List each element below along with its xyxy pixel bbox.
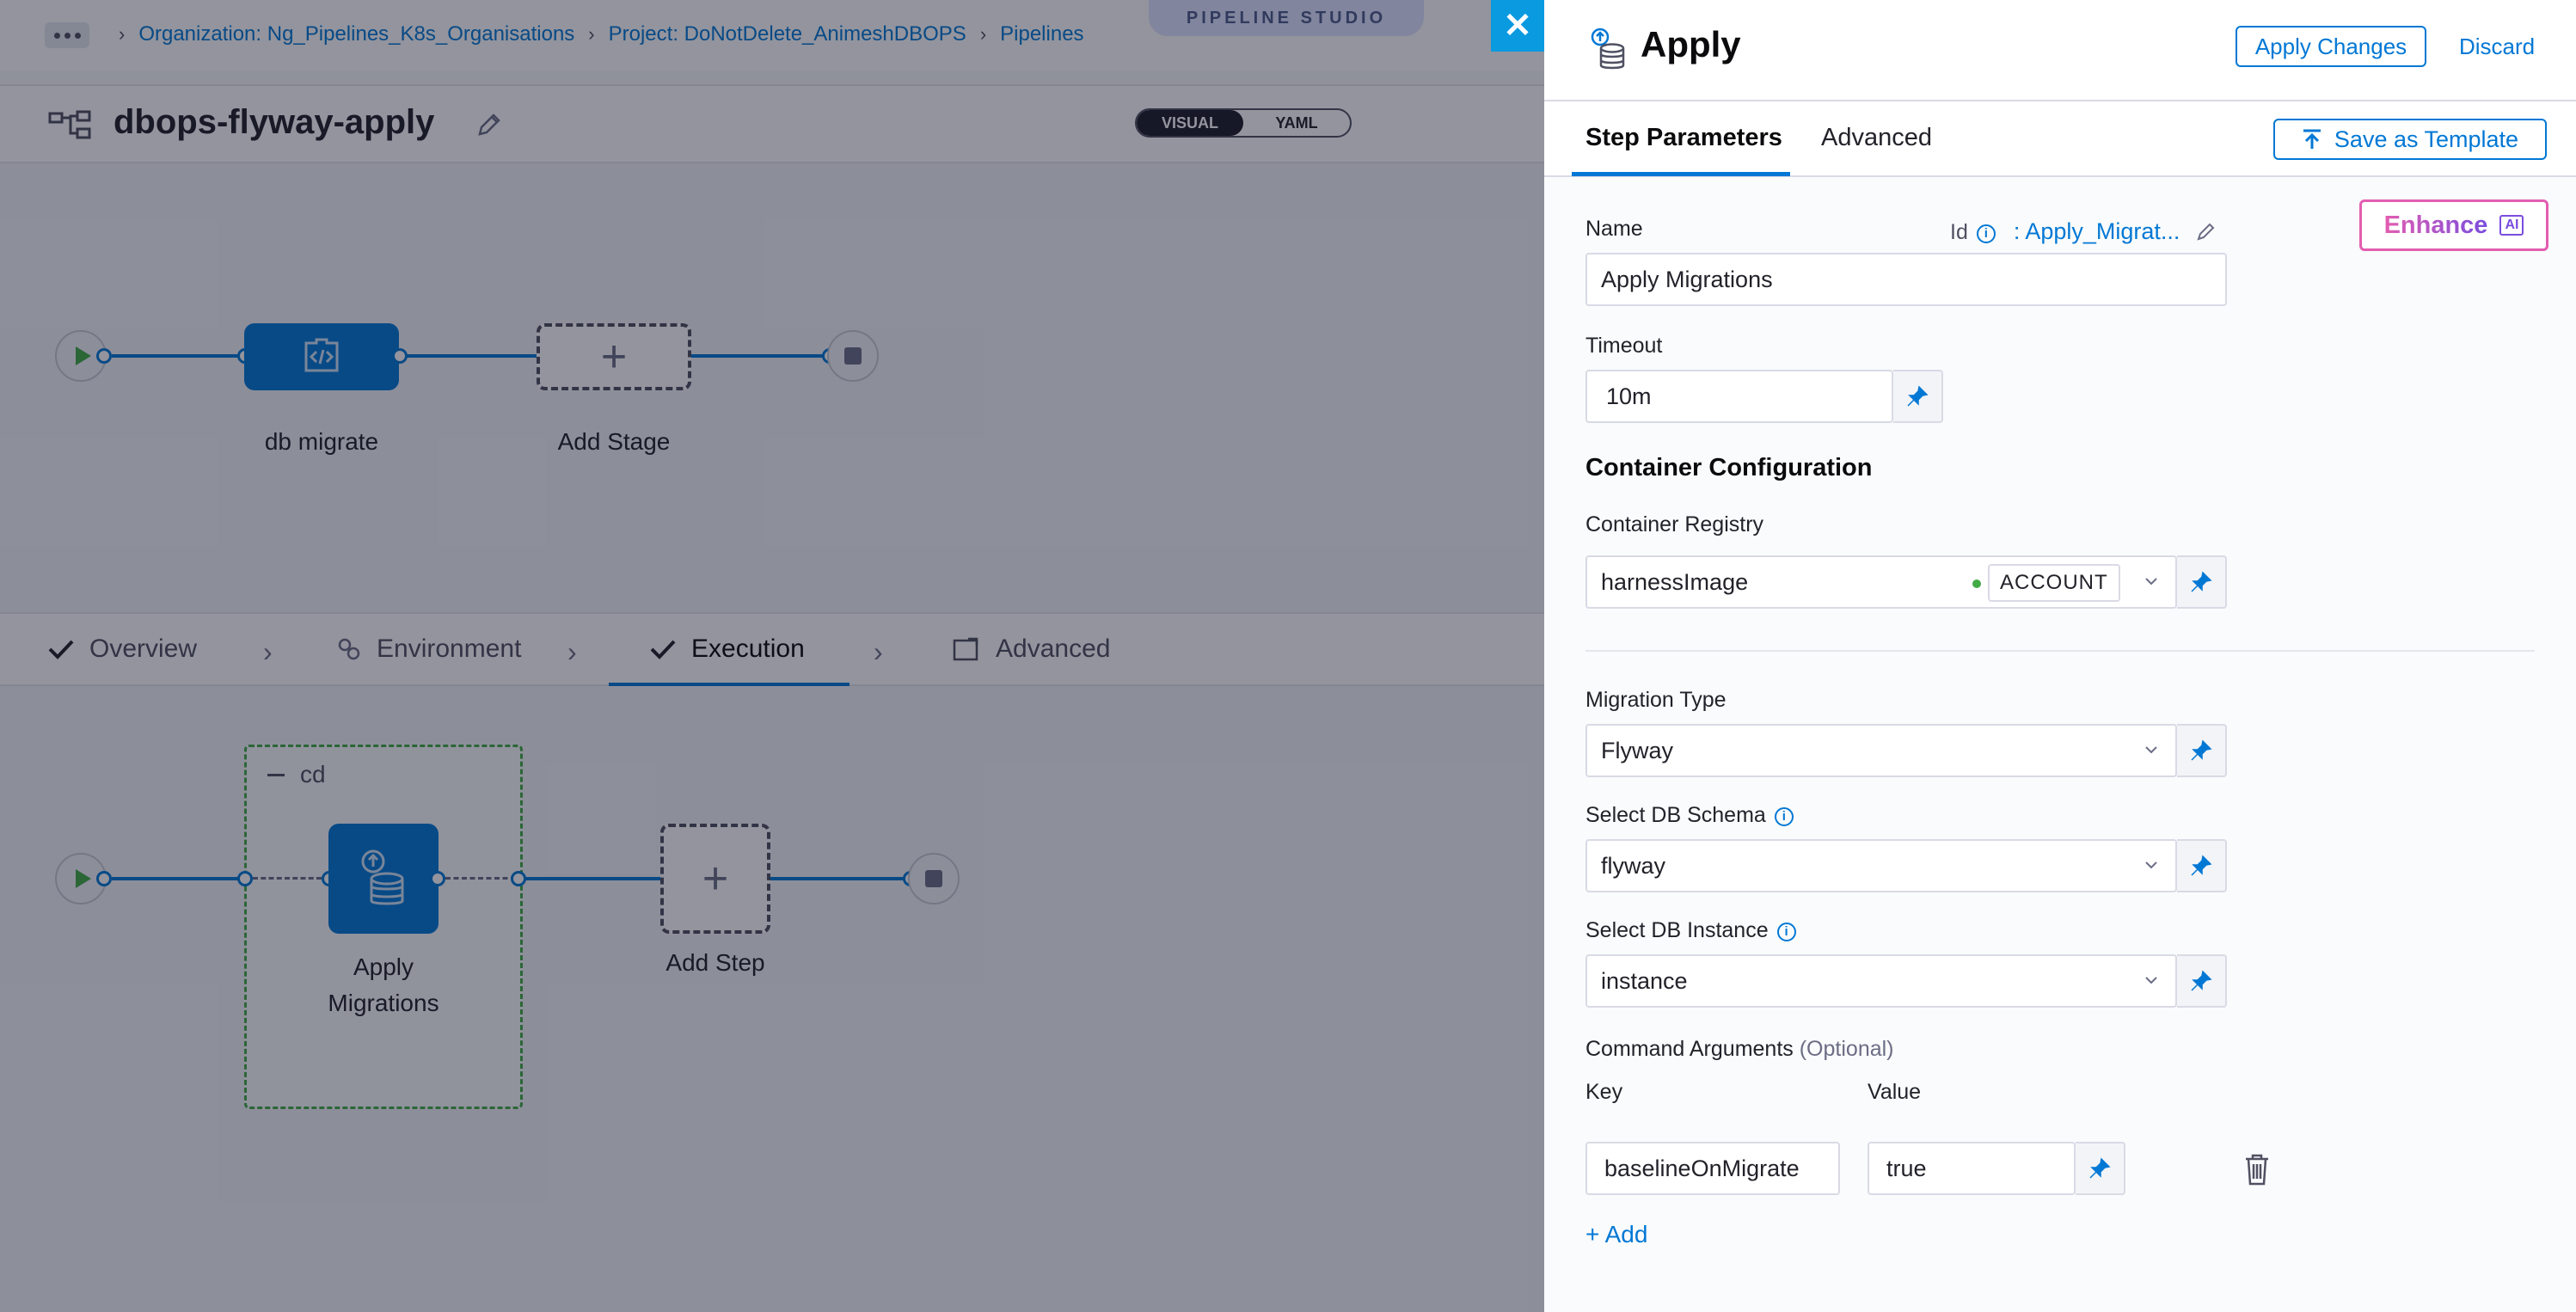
db-schema-value: flyway	[1601, 852, 1666, 879]
step-config-drawer: Apply Apply Changes Discard Step Paramet…	[1544, 0, 2576, 1312]
apply-changes-button[interactable]: Apply Changes	[2236, 26, 2426, 67]
connected-status-dot	[1972, 579, 1981, 588]
enhance-label: Enhance	[2383, 211, 2488, 239]
pin-icon	[1907, 385, 1929, 407]
save-as-template-label: Save as Template	[2334, 126, 2519, 152]
db-schema-label: Select DB Schema i	[1585, 803, 1794, 828]
pipeline-studio: › Organization: Ng_Pipelines_K8s_Organis…	[0, 0, 1544, 1312]
timeout-input[interactable]: 10m	[1585, 370, 1893, 423]
ai-icon: AI	[2499, 215, 2524, 236]
runtime-input-pin-button[interactable]	[2177, 724, 2227, 777]
container-registry-select[interactable]: harnessImage ACCOUNT	[1585, 555, 2177, 609]
name-label: Name	[1585, 217, 1643, 241]
db-instance-select[interactable]: instance	[1585, 954, 2177, 1008]
runtime-input-pin-button[interactable]	[2177, 954, 2227, 1008]
id-label: Id	[1950, 220, 1968, 244]
id-row: Id i : Apply_Migrat...	[1950, 218, 2217, 245]
active-tab-indicator	[1572, 172, 1790, 176]
arg-value-input[interactable]: true	[1868, 1142, 2076, 1195]
optional-tag: (Optional)	[1799, 1037, 1894, 1061]
tab-step-parameters[interactable]: Step Parameters	[1585, 124, 1782, 152]
drawer-title: Apply	[1641, 24, 1741, 64]
timeout-label: Timeout	[1585, 334, 1663, 358]
container-registry-value: harnessImage	[1601, 568, 1749, 595]
chevron-down-icon	[2145, 861, 2157, 869]
section-divider	[1585, 650, 2535, 652]
save-as-template-button[interactable]: Save as Template	[2273, 119, 2547, 160]
runtime-input-pin-button[interactable]	[2076, 1142, 2125, 1195]
chevron-down-icon	[2145, 977, 2157, 984]
container-config-heading: Container Configuration	[1585, 454, 1873, 481]
drawer-header: Apply Apply Changes Discard	[1544, 0, 2576, 101]
pin-icon	[2191, 855, 2212, 876]
migration-type-select[interactable]: Flyway	[1585, 724, 2177, 777]
upload-icon	[2303, 129, 2321, 149]
close-icon: ✕	[1503, 7, 1532, 45]
value-column-header: Value	[1868, 1080, 1922, 1104]
db-instance-label-text: Select DB Instance	[1585, 918, 1769, 942]
key-column-header: Key	[1585, 1080, 1623, 1104]
chevron-down-icon	[2145, 578, 2157, 585]
database-migration-icon	[1591, 28, 1625, 70]
db-schema-label-text: Select DB Schema	[1585, 803, 1766, 827]
migration-type-value: Flyway	[1601, 737, 1674, 763]
step-id-value[interactable]: : Apply_Migrat...	[2014, 218, 2180, 244]
runtime-input-pin-button[interactable]	[2177, 555, 2227, 609]
db-instance-value: instance	[1601, 967, 1688, 994]
arg-key-input[interactable]: baselineOnMigrate	[1585, 1142, 1840, 1195]
step-parameters-form: Enhance AI Name Id i : Apply_Migrat... Ap…	[1544, 177, 2576, 1312]
scope-badge: ACCOUNT	[1988, 564, 2120, 602]
close-drawer-button[interactable]: ✕	[1491, 0, 1544, 52]
edit-pencil-icon[interactable]	[2196, 221, 2217, 242]
info-icon[interactable]: i	[1774, 806, 1794, 826]
command-args-label-text: Command Arguments	[1585, 1037, 1794, 1061]
modal-backdrop[interactable]	[0, 0, 1544, 1312]
name-input[interactable]: Apply Migrations	[1585, 253, 2227, 306]
discard-button[interactable]: Discard	[2459, 26, 2535, 67]
db-instance-label: Select DB Instance i	[1585, 918, 1796, 943]
trash-icon[interactable]	[2242, 1152, 2272, 1186]
add-argument-button[interactable]: + Add	[1585, 1221, 1647, 1248]
runtime-input-pin-button[interactable]	[1893, 370, 1943, 423]
runtime-input-pin-button[interactable]	[2177, 839, 2227, 892]
chevron-down-icon	[2145, 746, 2157, 754]
db-schema-select[interactable]: flyway	[1585, 839, 2177, 892]
command-args-label: Command Arguments (Optional)	[1585, 1037, 1894, 1062]
pin-icon	[2191, 739, 2212, 761]
pin-icon	[2191, 970, 2212, 991]
info-icon[interactable]: i	[1976, 224, 1996, 243]
container-registry-label: Container Registry	[1585, 512, 1764, 536]
pin-icon	[2089, 1157, 2111, 1179]
enhance-ai-button[interactable]: Enhance AI	[2359, 199, 2548, 251]
tab-advanced[interactable]: Advanced	[1821, 124, 1932, 152]
info-icon[interactable]: i	[1776, 922, 1796, 941]
migration-type-label: Migration Type	[1585, 688, 1727, 712]
pin-icon	[2191, 571, 2212, 592]
